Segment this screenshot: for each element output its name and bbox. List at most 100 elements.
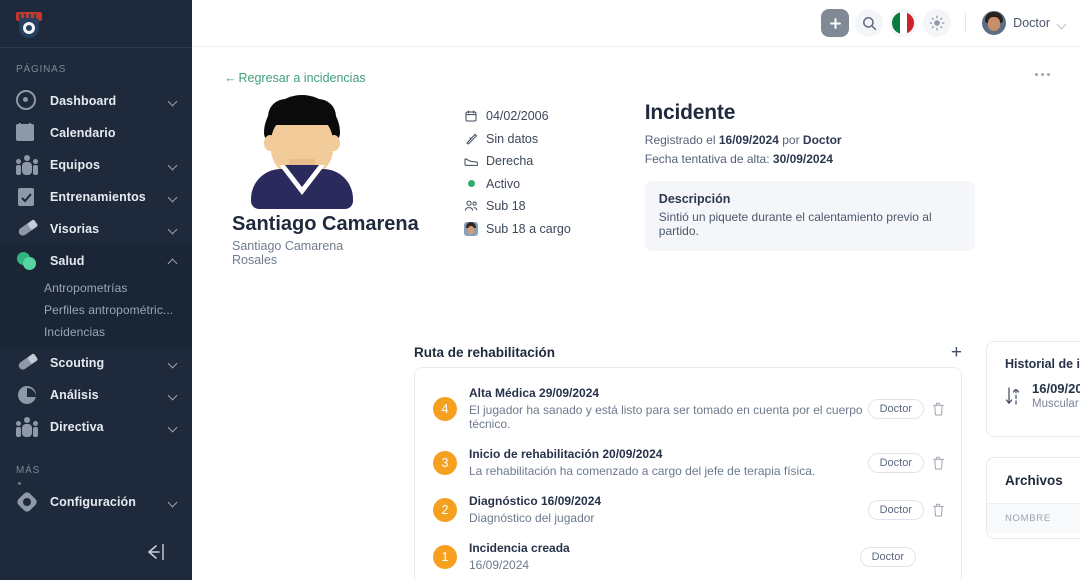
table-row[interactable]: 4 Alta Médica 29/09/2024 El jugador ha s… xyxy=(415,378,961,439)
calendar-icon xyxy=(16,122,38,144)
collapse-sidebar-button[interactable] xyxy=(142,542,166,562)
more-options-button[interactable] xyxy=(1035,73,1050,76)
sidebar-item-salud[interactable]: Salud xyxy=(0,245,192,277)
sidebar-item-label: Visorias xyxy=(50,222,168,236)
sidebar-subitem-incidencias[interactable]: Incidencias xyxy=(0,321,192,347)
chevron-down-icon[interactable] xyxy=(168,224,178,234)
profile-row: Santiago Camarena Santiago Camarena Rosa… xyxy=(192,95,1080,267)
history-type: Muscular (Muslo) xyxy=(1032,398,1080,410)
delete-icon[interactable] xyxy=(932,503,945,517)
list-item[interactable]: 16/09/2024 Muscular (Muslo) xyxy=(987,371,1080,410)
incident-description-box: Descripción Sintió un piquete durante el… xyxy=(645,181,975,251)
history-date: 16/09/2024 xyxy=(1032,381,1080,396)
table-row[interactable]: 2 Diagnóstico 16/09/2024 Diagnóstico del… xyxy=(415,486,961,533)
sidebar-item-calendario[interactable]: Calendario xyxy=(0,117,192,149)
back-arrow-icon: ← xyxy=(224,71,237,85)
sidebar-subitem-perfiles[interactable]: Perfiles antropométric... xyxy=(0,299,192,321)
incident-panel: Incidente Registrado el 16/09/2024 por D… xyxy=(645,95,975,267)
sidebar-item-entrenamientos[interactable]: Entrenamientos xyxy=(0,181,192,213)
coach-avatar-icon xyxy=(464,222,478,236)
chevron-down-icon[interactable] xyxy=(168,422,178,432)
sidebar-logo[interactable] xyxy=(0,0,192,47)
history-entry: 16/09/2024 Muscular (Muslo) xyxy=(1032,381,1080,410)
calendar-icon xyxy=(464,109,478,123)
step-number: 2 xyxy=(433,498,457,522)
status-badge: Doctor xyxy=(860,547,916,567)
chevron-down-icon[interactable] xyxy=(168,497,178,507)
rehab-title: Ruta de rehabilitación xyxy=(414,345,555,360)
topbar-divider xyxy=(965,13,966,33)
app-root: PÁGINAS Dashboard Calendario Equipo xyxy=(0,0,1080,580)
files-card: Archivos + NOMBRE ACCIONES xyxy=(986,457,1080,539)
dashboard-icon xyxy=(16,90,38,112)
back-to-incidents-link[interactable]: ←Regresar a incidencias xyxy=(224,71,366,85)
sidebar-subitem-antropometrias[interactable]: Antropometrías xyxy=(0,277,192,299)
avatar xyxy=(982,11,1006,35)
player-info-measurements: Sin datos xyxy=(464,128,571,151)
table-row[interactable]: 1 Incidencia creada 16/09/2024 Doctor xyxy=(415,533,961,580)
step-description: 16/09/2024 xyxy=(469,558,860,572)
chevron-down-icon[interactable] xyxy=(168,96,178,106)
sidebar-item-directiva[interactable]: Directiva xyxy=(0,411,192,443)
step-title: Inicio de rehabilitación 20/09/2024 xyxy=(469,447,868,461)
registered-mid: por xyxy=(779,133,803,147)
step-title: Alta Médica 29/09/2024 xyxy=(469,386,868,400)
sidebar-item-analisis[interactable]: Análisis xyxy=(0,379,192,411)
step-body: Inicio de rehabilitación 20/09/2024 La r… xyxy=(469,447,868,478)
chevron-up-icon[interactable] xyxy=(168,256,178,266)
discharge-label: Fecha tentativa de alta: xyxy=(645,152,773,166)
clipboard-check-icon xyxy=(16,186,38,208)
sidebar-item-visorias[interactable]: Visorias xyxy=(0,213,192,245)
chevron-down-icon[interactable] xyxy=(168,160,178,170)
user-menu[interactable]: Doctor xyxy=(980,11,1066,35)
step-number: 4 xyxy=(433,397,457,421)
table-row[interactable]: 3 Inicio de rehabilitación 20/09/2024 La… xyxy=(415,439,961,486)
files-header: Archivos + xyxy=(987,458,1080,504)
health-pills-icon xyxy=(16,250,38,272)
info-value: Derecha xyxy=(486,154,533,168)
status-badge: Doctor xyxy=(868,399,924,419)
player-info-birthdate: 04/02/2006 xyxy=(464,105,571,128)
sidebar-item-label: Dashboard xyxy=(50,94,168,108)
delete-icon[interactable] xyxy=(932,402,945,416)
incident-meta: Registrado el 16/09/2024 por Doctor Fech… xyxy=(645,131,975,168)
incident-title: Incidente xyxy=(645,101,975,125)
chevron-down-icon[interactable] xyxy=(1057,19,1066,28)
language-flag-button[interactable] xyxy=(889,9,917,37)
sidebar-item-configuracion[interactable]: Configuración xyxy=(0,486,192,518)
step-number: 1 xyxy=(433,545,457,569)
player-info-category: Sub 18 xyxy=(464,195,571,218)
step-title: Diagnóstico 16/09/2024 xyxy=(469,494,868,508)
chevron-down-icon[interactable] xyxy=(168,358,178,368)
registered-prefix: Registrado el xyxy=(645,133,719,147)
status-dot-icon xyxy=(464,177,478,191)
add-button[interactable] xyxy=(821,9,849,37)
user-name-label: Doctor xyxy=(1013,16,1050,30)
delete-icon[interactable] xyxy=(932,456,945,470)
sidebar-item-label: Entrenamientos xyxy=(50,190,168,204)
sidebar-item-label: Configuración xyxy=(50,495,168,509)
ruler-icon xyxy=(464,132,478,146)
info-value: Sub 18 xyxy=(486,199,526,213)
sidebar-item-scouting[interactable]: Scouting xyxy=(0,347,192,379)
files-table-header: NOMBRE ACCIONES xyxy=(987,504,1080,533)
registered-date: 16/09/2024 xyxy=(719,133,779,147)
topbar: Doctor xyxy=(192,0,1080,47)
theme-toggle-button[interactable] xyxy=(923,9,951,37)
back-link-label: Regresar a incidencias xyxy=(239,71,366,85)
chevron-down-icon[interactable] xyxy=(168,390,178,400)
rehab-timeline-card: 4 Alta Médica 29/09/2024 El jugador ha s… xyxy=(414,367,962,580)
status-badge: Doctor xyxy=(868,453,924,473)
column-header-name: NOMBRE xyxy=(1005,513,1051,524)
search-button[interactable] xyxy=(855,9,883,37)
sidebar-item-equipos[interactable]: Equipos xyxy=(0,149,192,181)
scout-icon xyxy=(16,352,38,374)
team-icon xyxy=(16,154,38,176)
chevron-down-icon[interactable] xyxy=(168,192,178,202)
step-description: La rehabilitación ha comenzado a cargo d… xyxy=(469,464,868,478)
player-illustration xyxy=(243,95,361,205)
sidebar: PÁGINAS Dashboard Calendario Equipo xyxy=(0,0,192,580)
info-value: Sub 18 a cargo xyxy=(486,222,571,236)
sidebar-item-dashboard[interactable]: Dashboard xyxy=(0,85,192,117)
add-rehab-step-button[interactable]: + xyxy=(951,343,962,362)
